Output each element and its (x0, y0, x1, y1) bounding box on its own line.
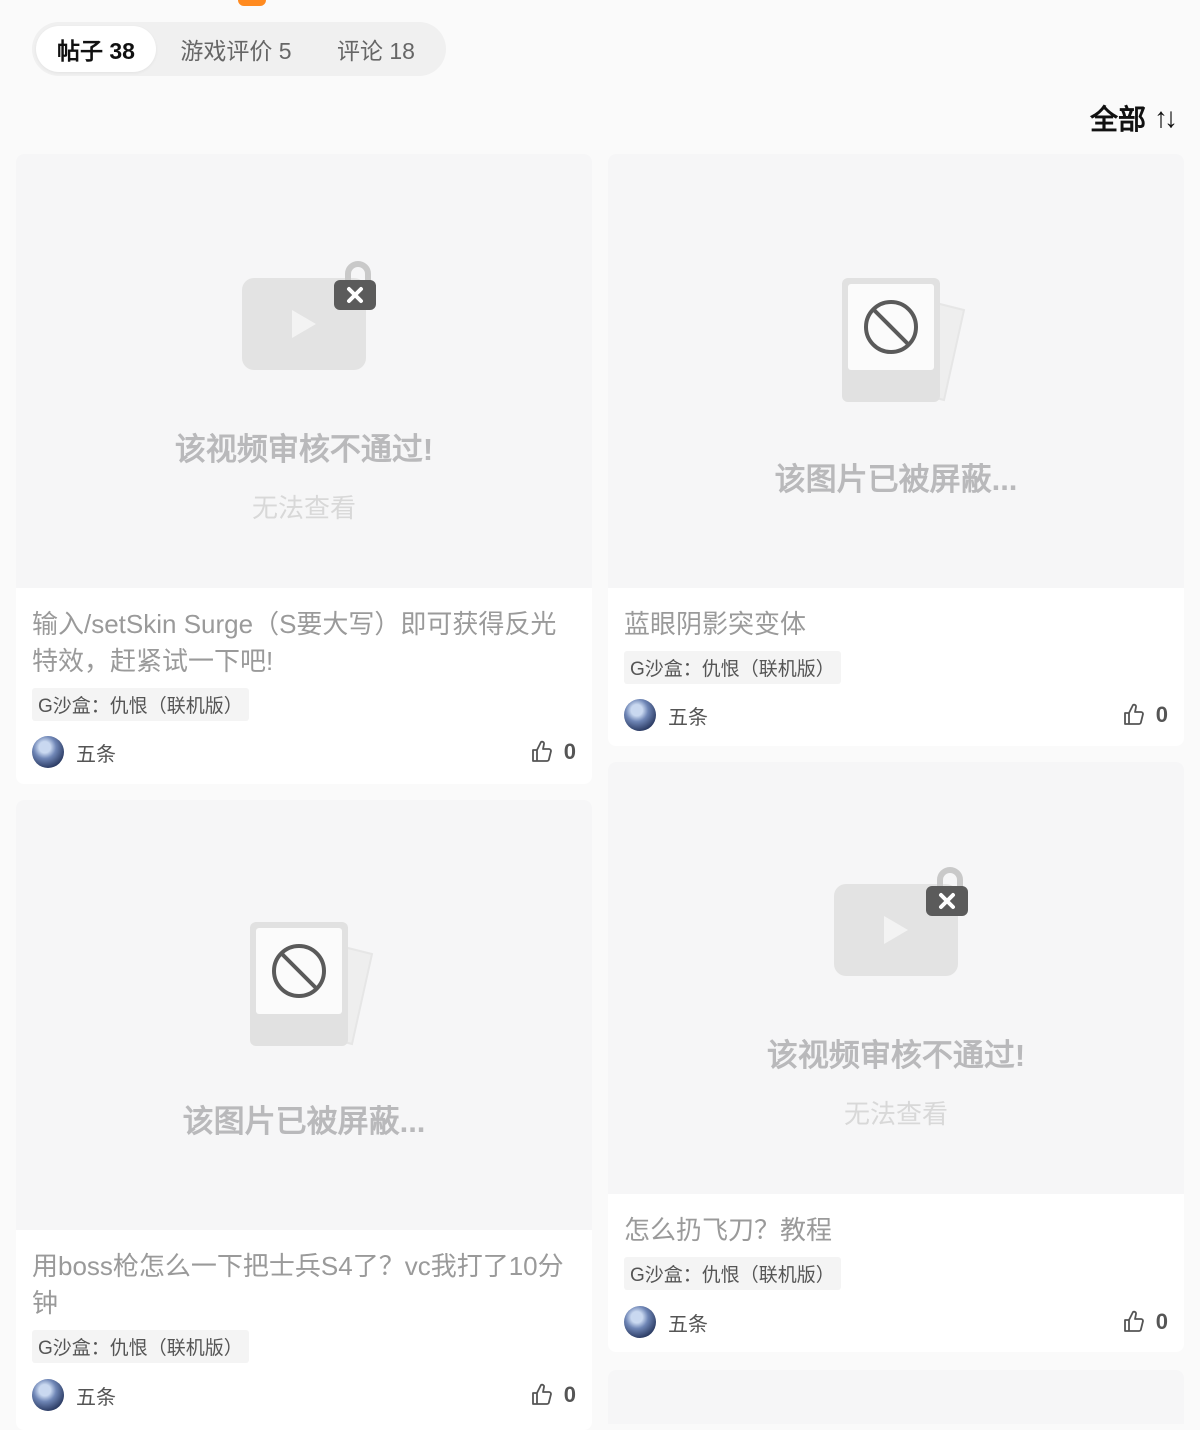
like-button[interactable]: 0 (1122, 1309, 1168, 1335)
post-card[interactable]: 该图片已被屏蔽... 蓝眼阴影突变体 G沙盒：仇恨（联机版） 五条 0 (608, 154, 1184, 746)
author-name[interactable]: 五条 (76, 1381, 116, 1410)
placeholder-title: 该图片已被屏蔽... (182, 1104, 426, 1139)
tab-posts[interactable]: 帖子 38 (36, 26, 156, 72)
like-button[interactable]: 0 (530, 739, 576, 765)
post-title[interactable]: 输入/setSkin Surge（S要大写）即可获得反光特效，赶紧试一下吧! (32, 606, 576, 680)
like-count: 0 (1155, 702, 1168, 727)
like-count: 0 (1155, 1309, 1168, 1334)
blocked-image-icon (250, 922, 374, 1046)
content-tabs: 帖子 38 游戏评价 5 评论 18 (32, 22, 446, 76)
sort-icon: ↑↓ (1154, 102, 1178, 133)
post-card[interactable]: 该视频审核不通过! 无法查看 怎么扔飞刀？教程 G沙盒：仇恨（联机版） 五条 0 (608, 762, 1184, 1352)
tab-comments[interactable]: 评论 18 (316, 26, 436, 72)
post-card[interactable] (608, 1370, 1184, 1424)
avatar[interactable] (32, 1379, 64, 1411)
post-media-placeholder: 该视频审核不通过! 无法查看 (608, 762, 1184, 1194)
like-button[interactable]: 0 (1122, 702, 1168, 728)
thumbs-up-icon (531, 1383, 552, 1405)
sort-filter-button[interactable]: 全部 ↑↓ (1089, 98, 1178, 138)
placeholder-title: 该视频审核不通过! (766, 1038, 1026, 1073)
placeholder-subtitle: 无法查看 (843, 1099, 948, 1129)
post-media-placeholder (608, 1370, 1184, 1424)
post-media-placeholder: 该图片已被屏蔽... (608, 154, 1184, 588)
like-count: 0 (563, 1382, 576, 1407)
thumbs-up-icon (1123, 703, 1144, 725)
author-name[interactable]: 五条 (668, 701, 708, 730)
author-name[interactable]: 五条 (76, 738, 116, 767)
game-tag[interactable]: G沙盒：仇恨（联机版） (624, 651, 841, 684)
avatar[interactable] (32, 736, 64, 768)
like-count: 0 (563, 739, 576, 764)
post-card[interactable]: 该视频审核不通过! 无法查看 输入/setSkin Surge（S要大写）即可获… (16, 154, 592, 784)
placeholder-title: 该图片已被屏蔽... (774, 462, 1018, 497)
video-lock-icon (242, 261, 376, 370)
avatar[interactable] (624, 1306, 656, 1338)
thumbs-up-icon (531, 740, 552, 762)
game-tag[interactable]: G沙盒：仇恨（联机版） (32, 688, 249, 721)
video-lock-icon (834, 867, 968, 976)
like-button[interactable]: 0 (530, 1382, 576, 1408)
post-title[interactable]: 蓝眼阴影突变体 (624, 606, 1168, 643)
post-title[interactable]: 怎么扔飞刀？教程 (624, 1212, 1168, 1249)
post-media-placeholder: 该图片已被屏蔽... (16, 800, 592, 1230)
post-media-placeholder: 该视频审核不通过! 无法查看 (16, 154, 592, 588)
post-card[interactable]: 该图片已被屏蔽... 用boss枪怎么一下把士兵S4了？vc我打了10分钟 G沙… (16, 800, 592, 1430)
author-name[interactable]: 五条 (668, 1308, 708, 1337)
sort-label: 全部 (1089, 104, 1146, 135)
placeholder-title: 该视频审核不通过! (174, 432, 434, 467)
blocked-image-icon (842, 278, 966, 402)
post-title[interactable]: 用boss枪怎么一下把士兵S4了？vc我打了10分钟 (32, 1248, 576, 1322)
thumbs-up-icon (1123, 1310, 1144, 1332)
placeholder-subtitle: 无法查看 (251, 493, 356, 523)
game-tag[interactable]: G沙盒：仇恨（联机版） (32, 1330, 249, 1363)
avatar[interactable] (624, 699, 656, 731)
top-accent-bar (238, 0, 266, 6)
game-tag[interactable]: G沙盒：仇恨（联机版） (624, 1257, 841, 1290)
tab-game-reviews[interactable]: 游戏评价 5 (156, 26, 316, 72)
